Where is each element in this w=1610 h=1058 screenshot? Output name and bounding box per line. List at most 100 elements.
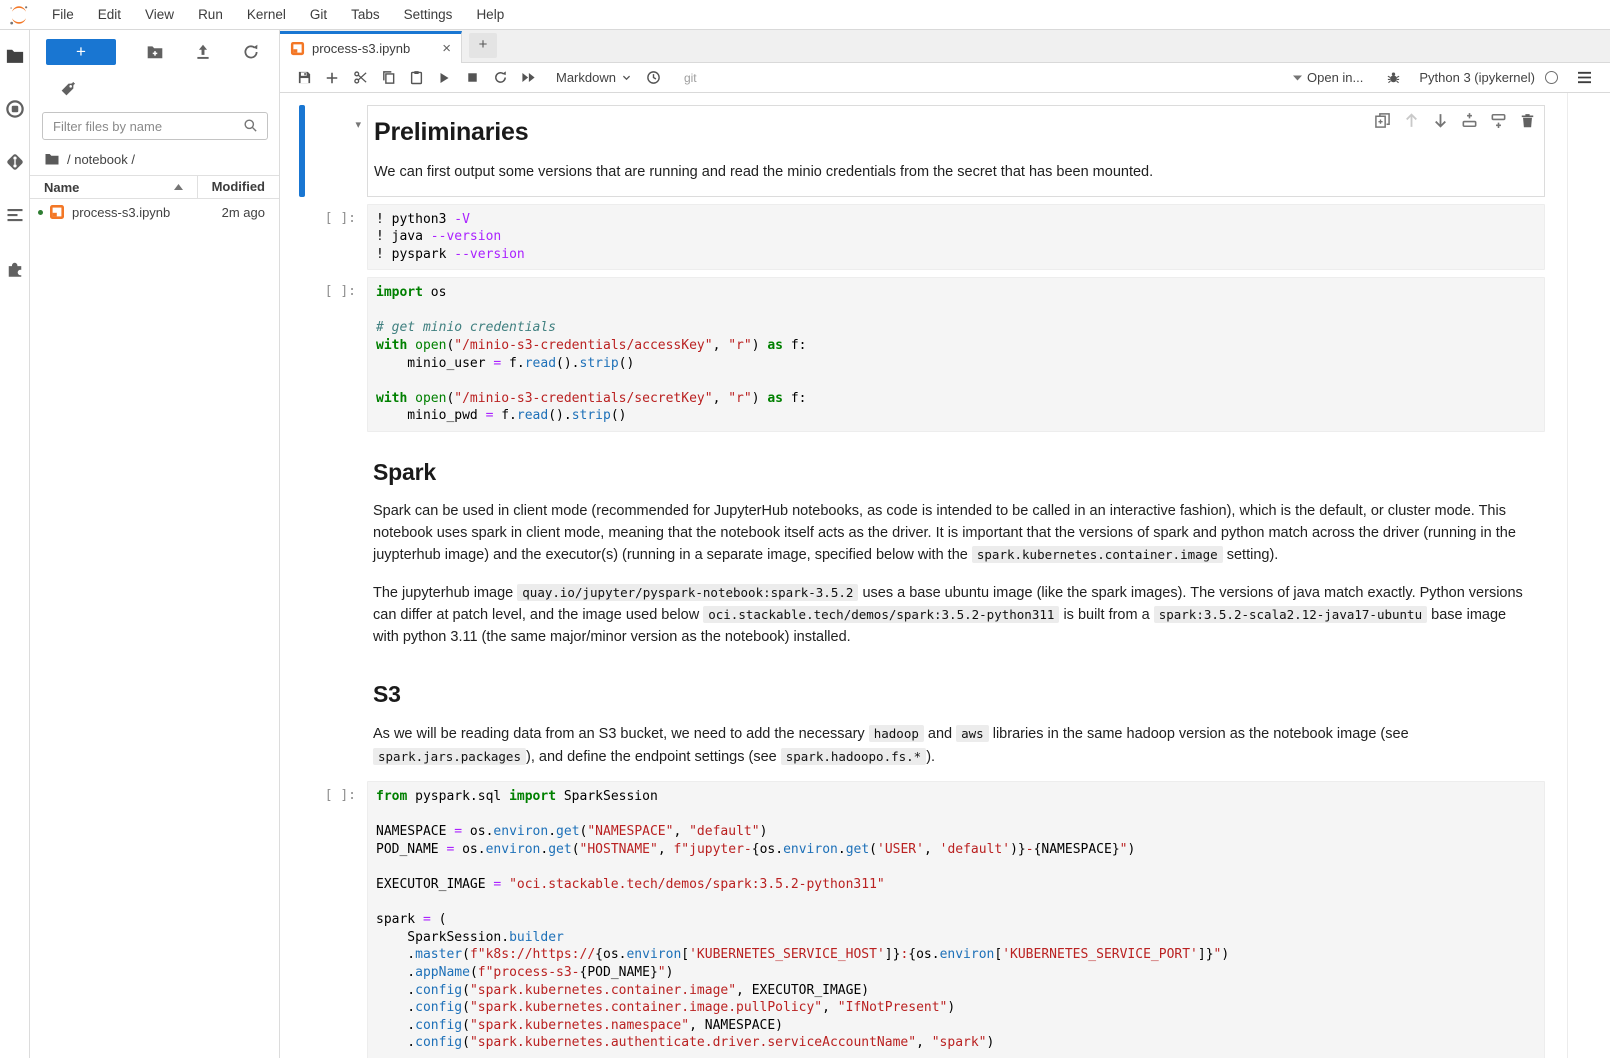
new-tab-button[interactable]: + [469,33,497,58]
menu-item-tabs[interactable]: Tabs [339,0,392,29]
debugger-bug-icon[interactable] [1379,63,1407,93]
cell-gutter: [ ]: [305,277,367,432]
kernel-name[interactable]: Python 3 (ipykernel) [1419,70,1535,85]
code-line: minio_user = f.read().strip() [376,355,1536,373]
inline-code: spark:3.5.2-scala2.12-java17-ubuntu [1154,606,1427,623]
new-launcher-button[interactable]: + [46,39,116,65]
menu-item-kernel[interactable]: Kernel [235,0,298,29]
insert-cell-below-icon[interactable] [1490,112,1507,129]
stop-icon[interactable] [458,63,486,93]
copy-icon[interactable] [374,63,402,93]
tab-process-s3[interactable]: process-s3.ipynb × [280,31,462,63]
markdown-heading: Spark [373,459,1531,486]
run-icon[interactable] [430,63,458,93]
code-line: minio_pwd = f.read().strip() [376,407,1536,425]
inline-code: spark.hadoopo.fs.* [781,748,926,765]
menu-item-edit[interactable]: Edit [86,0,133,29]
clock-icon[interactable] [640,63,668,93]
code-line: SparkSession.builder [376,929,1536,947]
execution-prompt: [ ]: [305,781,367,803]
jupyterlab-app: FileEditViewRunKernelGitTabsSettingsHelp [0,0,1610,1058]
kernel-status-icon[interactable] [1545,71,1558,84]
move-down-icon[interactable] [1432,112,1449,129]
markdown-cell[interactable]: S3As we will be reading data from an S3 … [299,661,1545,774]
menu-item-run[interactable]: Run [186,0,235,29]
move-up-icon[interactable] [1403,112,1420,129]
cell-content[interactable]: S3As we will be reading data from an S3 … [367,661,1545,774]
code-line: with open("/minio-s3-credentials/accessK… [376,337,1536,355]
open-in-dropdown[interactable]: Open in... [1293,70,1363,85]
markdown-rendered: SparkSpark can be used in client mode (r… [367,439,1545,654]
inline-code: oci.stackable.tech/demos/spark:3.5.2-pyt… [703,606,1059,623]
code-line: POD_NAME = os.environ.get("HOSTNAME", f"… [376,841,1536,859]
insert-cell-above-icon[interactable] [1461,112,1478,129]
code-cell[interactable]: [ ]:! python3 -V! java --version! pyspar… [299,204,1545,271]
menu-item-help[interactable]: Help [464,0,516,29]
cell-toolbar [1374,112,1536,129]
column-name[interactable]: Name [30,180,197,195]
notebook-scrollbar[interactable] [1567,93,1568,1058]
column-modified[interactable]: Modified [197,176,279,198]
code-line: ! python3 -V [376,211,1536,229]
menu-item-settings[interactable]: Settings [392,0,465,29]
markdown-cell[interactable]: SparkSpark can be used in client mode (r… [299,439,1545,654]
notebook-file-icon [290,41,305,56]
refresh-icon[interactable] [242,43,260,61]
tab-close-icon[interactable]: × [440,40,453,57]
cell-content[interactable]: SparkSpark can be used in client mode (r… [367,439,1545,654]
menu-item-git[interactable]: Git [298,0,339,29]
sidebar-toc-icon[interactable] [5,205,25,225]
code-editor[interactable]: ! python3 -V! java --version! pyspark --… [367,204,1545,271]
menu-item-view[interactable]: View [133,0,186,29]
file-filter-input[interactable] [42,112,268,140]
sidebar-git-icon[interactable] [5,152,25,172]
duplicate-cell-icon[interactable] [1374,112,1391,129]
file-list: process-s3.ipynb2m ago [30,199,279,225]
breadcrumb-trail[interactable]: / notebook / [67,152,135,167]
activity-bar [0,30,30,1058]
restart-kernel-icon[interactable] [486,63,514,93]
code-line: ! java --version [376,228,1536,246]
menu-item-file[interactable]: File [40,0,86,29]
running-status-dot [38,210,43,215]
sidebar-running-sessions-icon[interactable] [5,99,25,119]
file-row[interactable]: process-s3.ipynb2m ago [30,199,279,225]
delete-cell-icon[interactable] [1519,112,1536,129]
git-tag-icon[interactable] [59,81,76,98]
cell-content[interactable]: from pyspark.sql import SparkSession NAM… [367,781,1545,1058]
workspace: + [0,30,1610,1058]
markdown-cell[interactable]: ▾ PreliminariesWe can first output some … [299,105,1545,197]
markdown-heading: Preliminaries [374,118,1530,147]
cell-content[interactable]: ! python3 -V! java --version! pyspark --… [367,204,1545,271]
tab-title: process-s3.ipynb [312,41,440,56]
code-line: # get minio credentials [376,319,1536,337]
sidebar-menu-icon[interactable] [1570,63,1598,93]
add-cell-icon[interactable] [318,63,346,93]
notebook-panel: ▾ PreliminariesWe can first output some … [280,93,1610,1058]
paste-icon[interactable] [402,63,430,93]
code-editor[interactable]: from pyspark.sql import SparkSession NAM… [367,781,1545,1058]
sidebar-extensions-icon[interactable] [5,258,25,278]
search-icon [243,118,258,133]
cell-content[interactable]: PreliminariesWe can first output some ve… [367,105,1545,197]
inline-code: aws [956,725,989,742]
code-cell[interactable]: [ ]:import os # get minio credentialswit… [299,277,1545,432]
inline-code: hadoop [869,725,924,742]
sidebar-file-browser-icon[interactable] [5,46,25,66]
cell-type-dropdown[interactable]: Markdown [556,70,632,85]
cell-collapser-icon[interactable]: ▾ [355,118,361,131]
git-status-label: git [684,71,697,85]
new-folder-icon[interactable] [146,43,164,61]
code-line [376,302,1536,320]
markdown-rendered: S3As we will be reading data from an S3 … [367,661,1545,774]
upload-icon[interactable] [194,43,212,61]
cell-gutter: [ ]: [305,204,367,271]
folder-icon[interactable] [44,151,60,167]
breadcrumb[interactable]: / notebook / [30,140,279,175]
save-icon[interactable] [290,63,318,93]
restart-run-all-icon[interactable] [514,63,542,93]
cut-icon[interactable] [346,63,374,93]
code-editor[interactable]: import os # get minio credentialswith op… [367,277,1545,432]
code-cell[interactable]: [ ]:from pyspark.sql import SparkSession… [299,781,1545,1058]
cell-content[interactable]: import os # get minio credentialswith op… [367,277,1545,432]
